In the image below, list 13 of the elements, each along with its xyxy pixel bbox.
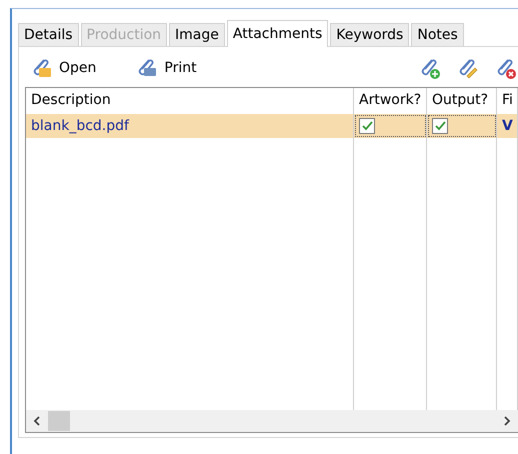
checkbox[interactable] [432,118,448,134]
checkbox[interactable] [359,118,375,134]
open-button[interactable]: Open [25,56,96,80]
tab[interactable]: Image [169,23,225,46]
scroll-thumb[interactable] [48,411,70,431]
horizontal-scrollbar[interactable] [26,410,518,432]
table-cell: blank_bcd.pdf [26,114,354,138]
tab[interactable]: Keywords [330,23,410,46]
tab[interactable]: Notes [411,23,464,46]
print-button[interactable]: Print [130,56,197,80]
table-cell: V [497,114,518,138]
tab[interactable]: Details [18,23,79,46]
tab[interactable]: Attachments [226,20,328,47]
